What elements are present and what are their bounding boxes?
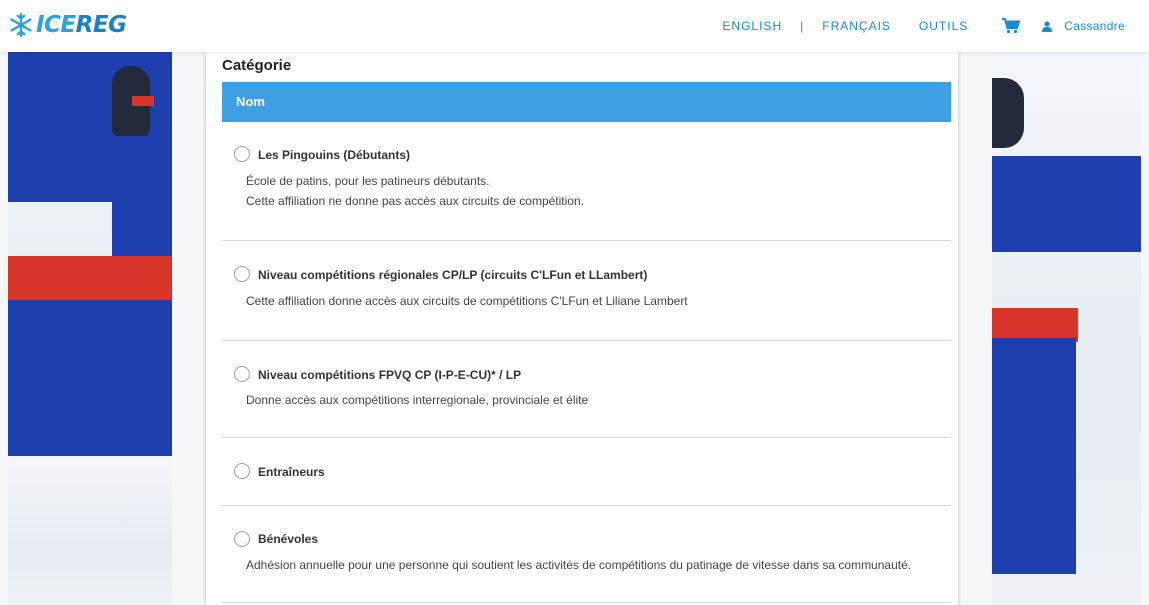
category-row-entraineurs[interactable]: Entraîneurs: [222, 438, 951, 506]
category-description: École de patins, pour les patineurs débu…: [246, 174, 490, 188]
category-description: Donne accès aux compétitions interregion…: [246, 393, 589, 407]
nav-english-link[interactable]: ENGLISH: [722, 19, 782, 33]
radio-fpvq[interactable]: [234, 366, 250, 382]
category-description: Adhésion annuelle pour une personne qui …: [246, 558, 912, 572]
radio-entraineurs[interactable]: [234, 463, 250, 479]
user-menu[interactable]: Cassandre: [1042, 19, 1125, 33]
category-title: Catégorie: [222, 57, 292, 74]
logo-text-reg: REG: [75, 12, 127, 38]
category-row-fpvq[interactable]: Niveau compétitions FPVQ CP (I-P-E-CU)* …: [222, 341, 951, 438]
shopping-cart-icon[interactable]: [1002, 18, 1021, 34]
category-label: Bénévoles: [258, 532, 319, 546]
category-label: Niveau compétitions régionales CP/LP (ci…: [258, 268, 648, 282]
radio-regionales[interactable]: [234, 266, 250, 282]
category-row-regionales[interactable]: Niveau compétitions régionales CP/LP (ci…: [222, 241, 951, 341]
nav-separator: |: [800, 19, 805, 33]
nav-outils-link[interactable]: OUTILS: [919, 19, 968, 33]
table-header-nom: Nom: [222, 82, 951, 122]
snowflake-icon: [10, 12, 32, 38]
category-label: Les Pingouins (Débutants): [258, 148, 411, 162]
category-description: Cette affiliation ne donne pas accès aux…: [246, 194, 584, 208]
logo-text-ice: ICE: [36, 12, 76, 38]
top-nav: ENGLISH | FRANÇAIS OUTILS Cassandre: [722, 0, 1125, 52]
background-photo-left: [8, 52, 172, 605]
radio-pingouins[interactable]: [234, 146, 250, 162]
nav-francais-link[interactable]: FRANÇAIS: [822, 19, 891, 33]
top-header: ICE REG ENGLISH | FRANÇAIS OUTILS Cassand…: [0, 0, 1149, 52]
category-row-benevoles[interactable]: Bénévoles Adhésion annuelle pour une per…: [222, 506, 951, 603]
icereg-logo[interactable]: ICE REG: [8, 12, 127, 38]
category-description: Cette affiliation donne accès aux circui…: [246, 294, 688, 308]
user-name: Cassandre: [1064, 19, 1125, 33]
category-row-pingouins[interactable]: Les Pingouins (Débutants) École de patin…: [222, 122, 951, 241]
category-label: Niveau compétitions FPVQ CP (I-P-E-CU)* …: [258, 368, 522, 382]
category-list: Les Pingouins (Débutants) École de patin…: [222, 122, 951, 603]
category-label: Entraîneurs: [258, 465, 325, 479]
user-icon: [1042, 20, 1053, 32]
radio-benevoles[interactable]: [234, 531, 250, 547]
background-photo-right: [992, 52, 1141, 605]
category-card: Catégorie Nom Les Pingouins (Débutants) …: [206, 52, 958, 605]
